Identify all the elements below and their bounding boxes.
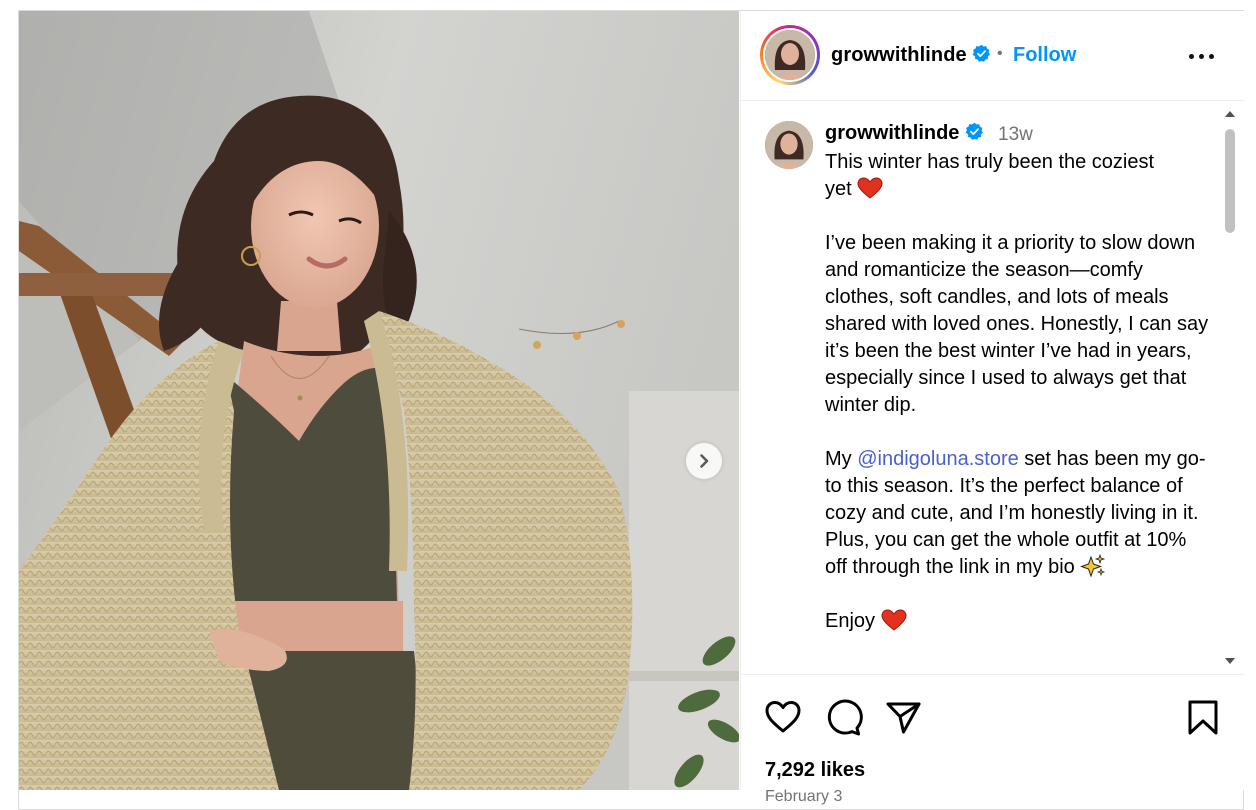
post-header: growwithlinde • Follow [741, 11, 1244, 101]
like-count[interactable]: 7,292 likes [765, 759, 865, 782]
verified-badge-icon [972, 44, 991, 62]
paper-plane-icon[interactable] [883, 697, 923, 737]
caption-username[interactable]: growwithlinde [825, 122, 959, 144]
more-horizontal-icon [1189, 54, 1194, 59]
scrollbar-thumb[interactable] [1225, 129, 1235, 233]
header-username-row[interactable]: growwithlinde [831, 44, 991, 67]
caption-username-row[interactable]: growwithlinde [825, 122, 984, 145]
post-media[interactable] [19, 11, 739, 790]
post-actions: 7,292 likes February 3 [741, 674, 1244, 805]
sparkles-icon [1080, 553, 1106, 578]
red-heart-icon [881, 609, 907, 631]
header-username[interactable]: growwithlinde [831, 44, 967, 66]
post-time-ago[interactable]: 13w [998, 124, 1033, 146]
comment-bubble-icon[interactable] [823, 697, 863, 737]
caption-paragraph-3: My @indigoluna.store set has been my go-… [825, 448, 1206, 578]
post-details-panel: growwithlinde • Follow growwithlinde 13w… [740, 11, 1244, 805]
post-date[interactable]: February 3 [765, 788, 842, 806]
chevron-right-icon [700, 454, 709, 468]
story-ring-avatar[interactable] [760, 25, 820, 85]
scroll-up-arrow-icon[interactable] [1224, 108, 1236, 118]
caption-scroll-area[interactable]: growwithlinde 13w This winter has truly … [741, 102, 1244, 674]
scroll-down-arrow-icon[interactable] [1224, 657, 1236, 667]
next-media-button[interactable] [686, 443, 722, 479]
post-photo [19, 11, 739, 790]
more-options-button[interactable] [1187, 47, 1217, 67]
mention-link[interactable]: @indigoluna.store [857, 448, 1019, 470]
caption-text: This winter has truly been the coziest y… [825, 149, 1210, 635]
bookmark-icon[interactable] [1183, 697, 1223, 737]
caption-scrollbar[interactable] [1222, 102, 1238, 674]
separator-dot: • [997, 45, 1003, 62]
avatar [765, 30, 815, 80]
heart-outline-icon[interactable] [763, 697, 803, 737]
caption-paragraph-4: Enjoy [825, 608, 1210, 635]
caption-paragraph-1: This winter has truly been the coziest y… [825, 151, 1155, 200]
caption-paragraph-2: I’ve been making it a priority to slow d… [825, 232, 1209, 416]
red-heart-icon [857, 177, 883, 199]
follow-button[interactable]: Follow [1013, 44, 1076, 67]
caption-avatar[interactable] [765, 121, 813, 169]
verified-badge-icon [965, 122, 983, 140]
